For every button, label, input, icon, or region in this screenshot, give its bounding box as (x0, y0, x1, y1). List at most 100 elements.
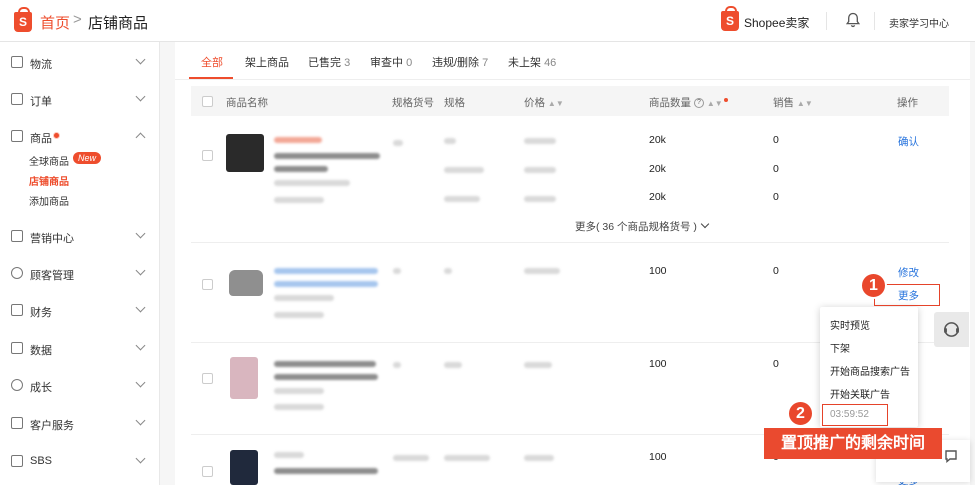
column-header-quantity[interactable]: 商品数量 ? ▲▼ (649, 95, 723, 110)
chevron-down-icon (135, 415, 146, 426)
menu-item-delist[interactable]: 下架 (830, 340, 850, 355)
blurred-stats (274, 312, 324, 318)
blurred-price (524, 196, 556, 202)
chevron-down-icon (135, 453, 146, 464)
blurred-item-id (274, 295, 334, 301)
sales-value: 0 (773, 163, 779, 175)
brand-name[interactable]: Shopee卖家 (744, 14, 809, 31)
clipboard-icon (11, 93, 23, 105)
product-thumbnail[interactable] (229, 270, 263, 296)
table-header (191, 86, 949, 116)
column-header-sales[interactable]: 销售 ▲▼ (773, 95, 813, 110)
sidebar-item-orders[interactable]: 订单 (0, 90, 160, 110)
chevron-down-icon (135, 265, 146, 276)
quantity-value: 100 (649, 265, 667, 277)
floating-support-button[interactable] (934, 312, 969, 347)
sidebar-item-label: SBS (30, 455, 53, 467)
sidebar-item-logistics[interactable]: 物流 (0, 53, 160, 73)
chevron-down-icon (700, 219, 710, 229)
tab-under-review[interactable]: 审查中 0 (370, 54, 412, 70)
blurred-product-name[interactable] (274, 268, 378, 274)
sidebar-item-label: 财务 (30, 307, 52, 319)
headset-icon (11, 417, 23, 429)
sidebar-item-finance[interactable]: 财务 (0, 301, 160, 321)
confirm-link[interactable]: 确认 (898, 134, 919, 149)
quantity-value: 100 (649, 451, 667, 463)
chevron-down-icon (135, 54, 146, 65)
shopee-brand-icon: S (721, 6, 739, 31)
sidebar-item-data[interactable]: 数据 (0, 339, 160, 359)
sidebar-item-marketing[interactable]: 营销中心 (0, 227, 160, 247)
tab-count: 7 (482, 57, 489, 69)
sidebar-item-sbs[interactable]: SBS (0, 452, 160, 472)
learning-center-link[interactable]: 卖家学习中心 (889, 15, 949, 30)
select-all-checkbox[interactable] (202, 96, 213, 107)
sidebar-item-growth[interactable]: 成长 (0, 376, 160, 396)
sales-value: 0 (773, 358, 779, 370)
tab-label: 审查中 (370, 57, 403, 69)
menu-item-search-ads[interactable]: 开始商品搜索广告 (830, 363, 910, 378)
user-icon (11, 267, 23, 279)
sort-icon: ▲▼ (706, 99, 723, 108)
more-variants-toggle[interactable]: 更多( 36 个商品规格货号 ) (575, 219, 710, 234)
menu-item-discovery-ads[interactable]: 开始关联广告 (830, 386, 890, 401)
chevron-down-icon (135, 228, 146, 239)
blurred-product-name[interactable] (274, 153, 380, 159)
row-checkbox[interactable] (202, 373, 213, 384)
box-icon (11, 130, 23, 142)
sidebar-item-label: 成长 (30, 382, 52, 394)
chevron-up-icon (135, 132, 146, 143)
tab-count: 0 (406, 57, 413, 69)
column-header-spec: 规格 (444, 97, 465, 109)
tab-listed[interactable]: 架上商品 (245, 54, 289, 70)
row-checkbox[interactable] (202, 466, 213, 477)
quantity-value: 20k (649, 134, 666, 146)
tab-violations[interactable]: 违规/删除 7 (432, 54, 488, 70)
sales-value: 0 (773, 265, 779, 277)
blurred-spec (444, 455, 490, 461)
product-thumbnail[interactable] (230, 357, 258, 399)
tab-unlisted[interactable]: 未上架 46 (508, 54, 556, 70)
blurred-spec (444, 138, 456, 144)
row-checkbox[interactable] (202, 279, 213, 290)
blurred-product-name[interactable] (274, 468, 378, 474)
new-badge: New (73, 152, 102, 164)
product-thumbnail[interactable] (230, 450, 258, 485)
wallet-icon (11, 304, 23, 316)
sidebar-sub-shop-products[interactable]: 店铺商品 (29, 173, 69, 188)
column-header-sku: 规格货号 (392, 97, 434, 109)
column-header-name: 商品名称 (226, 97, 268, 109)
sales-value: 0 (773, 191, 779, 203)
sidebar-sub-add-product[interactable]: 添加商品 (29, 193, 69, 208)
menu-item-live-preview[interactable]: 实时预览 (830, 317, 870, 332)
column-header-price[interactable]: 价格 ▲▼ (524, 95, 564, 110)
sidebar-item-label: 数据 (30, 345, 52, 357)
sales-value: 0 (773, 134, 779, 146)
sidebar-sub-global-products[interactable]: 全球商品 (29, 153, 69, 168)
help-icon[interactable]: ? (693, 98, 704, 109)
sidebar-item-customers[interactable]: 顾客管理 (0, 264, 160, 284)
quantity-value: 20k (649, 163, 666, 175)
alert-dot (724, 98, 728, 102)
bell-icon[interactable] (846, 12, 860, 28)
tab-count: 3 (344, 57, 351, 69)
shopee-logo-icon[interactable]: S (14, 7, 32, 32)
header-divider (826, 12, 827, 30)
sidebar-item-products[interactable]: 商品 (0, 127, 160, 147)
blurred-stats (274, 197, 324, 203)
column-header-label: 商品数量 (649, 97, 691, 109)
breadcrumb-current: 店铺商品 (88, 15, 149, 32)
sidebar-item-customer-service[interactable]: 客户服务 (0, 414, 160, 434)
row-checkbox[interactable] (202, 150, 213, 161)
sidebar-item-label: 物流 (30, 59, 52, 71)
blurred-item-id (274, 388, 324, 394)
product-thumbnail[interactable] (226, 134, 264, 172)
tab-sold-out[interactable]: 已售完 3 (308, 54, 350, 70)
tab-all[interactable]: 全部 (201, 54, 223, 70)
chart-icon (11, 342, 23, 354)
blurred-product-name[interactable] (274, 361, 376, 367)
edit-link[interactable]: 修改 (898, 265, 919, 280)
tab-count: 46 (544, 57, 557, 69)
blurred-price (524, 167, 556, 173)
breadcrumb-home[interactable]: 首页 (40, 12, 70, 33)
